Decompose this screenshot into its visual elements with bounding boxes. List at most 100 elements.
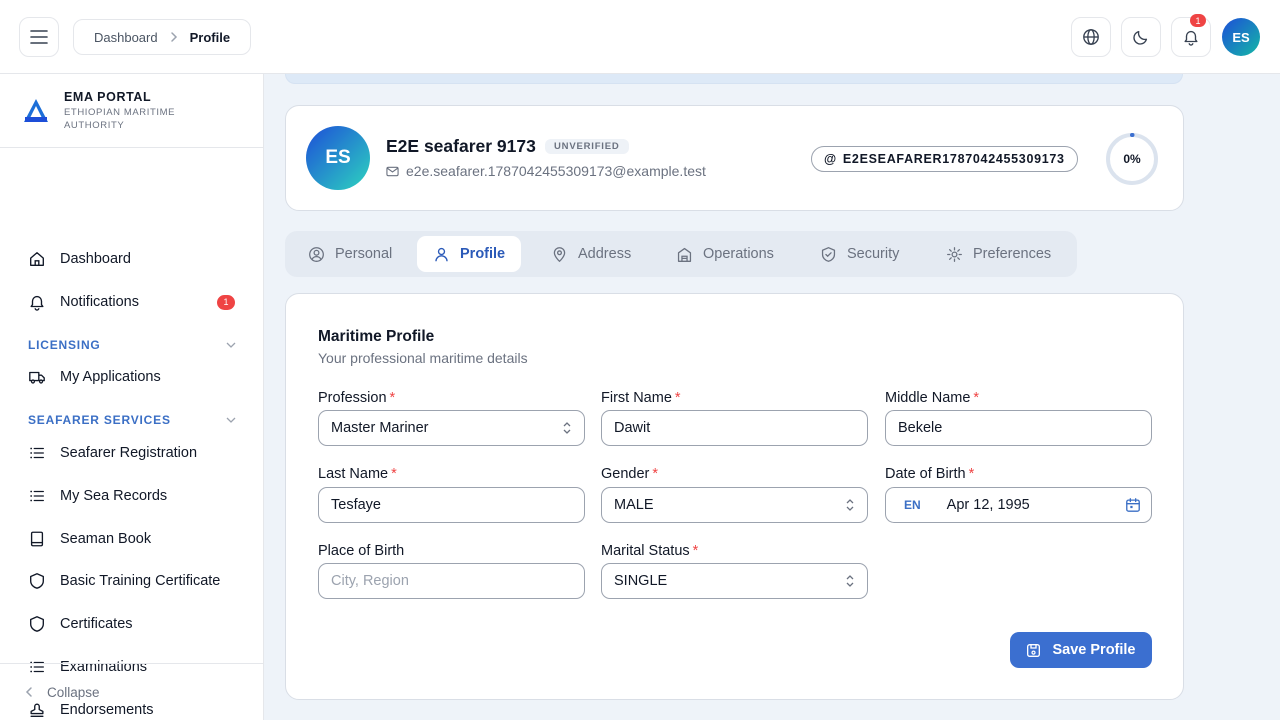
tab-profile[interactable]: Profile xyxy=(417,236,522,272)
book-icon xyxy=(30,531,44,547)
profile-avatar: ES xyxy=(306,126,370,190)
user-icon xyxy=(435,247,448,261)
gender-select[interactable]: MALE xyxy=(601,487,868,523)
breadcrumb: Dashboard Profile xyxy=(73,19,252,55)
sidebar-item-label: Certificates xyxy=(60,616,133,632)
profile-tabs: Personal Profile Address Operations Secu… xyxy=(285,231,1077,277)
calendar-language-toggle[interactable]: EN xyxy=(904,498,921,512)
section-label: LICENSING xyxy=(28,338,101,352)
chevron-down-icon xyxy=(226,417,236,423)
brand-subtitle-line1: ETHIOPIAN MARITIME xyxy=(64,106,176,118)
tab-label: Operations xyxy=(703,246,774,262)
top-banner-strip xyxy=(285,74,1183,84)
hamburger-icon xyxy=(30,30,48,44)
shield-icon xyxy=(30,616,44,632)
username-text: E2ESEAFARER1787042455309173 xyxy=(842,152,1065,166)
theme-toggle-button[interactable] xyxy=(1121,17,1161,57)
building-icon xyxy=(677,247,692,262)
notifications-button[interactable]: 1 xyxy=(1171,14,1211,57)
tab-preferences[interactable]: Preferences xyxy=(930,236,1067,272)
sidebar-item-label: My Sea Records xyxy=(60,488,168,504)
breadcrumb-current: Profile xyxy=(189,29,231,45)
calendar-icon[interactable] xyxy=(1125,497,1141,513)
profile-email-text: e2e.seafarer.1787042455309173@example.te… xyxy=(406,163,706,179)
profession-value: Master Mariner xyxy=(331,420,429,436)
sidebar-item-seaman-book[interactable]: Seaman Book xyxy=(28,525,238,553)
marital-status-select[interactable]: SINGLE xyxy=(601,563,868,599)
profile-email: e2e.seafarer.1787042455309173@example.te… xyxy=(386,163,706,179)
shield-icon xyxy=(30,573,44,589)
bell-icon xyxy=(30,295,44,311)
tab-label: Preferences xyxy=(973,246,1052,262)
shield-check-icon xyxy=(821,246,836,262)
middle-name-input[interactable]: Bekele xyxy=(885,410,1152,446)
form-title: Maritime Profile xyxy=(318,328,435,345)
bell-icon xyxy=(1184,30,1198,46)
notifications-badge: 1 xyxy=(217,294,235,310)
status-badge: UNVERIFIED xyxy=(545,139,629,154)
last-name-input[interactable]: Tesfaye xyxy=(318,487,585,523)
mail-icon xyxy=(386,166,399,176)
section-seafarer-services[interactable]: SEAFARER SERVICES xyxy=(28,413,236,427)
profession-select[interactable]: Master Mariner xyxy=(318,410,585,446)
sidebar-item-label: My Applications xyxy=(60,369,161,385)
list-icon xyxy=(30,490,44,502)
at-icon: @ xyxy=(824,152,837,166)
profile-summary-card: ES E2E seafarer 9173 UNVERIFIED e2e.seaf… xyxy=(285,105,1184,211)
place-of-birth-label: Place of Birth xyxy=(318,543,405,559)
list-icon xyxy=(30,447,44,459)
brand-subtitle-line2: AUTHORITY xyxy=(64,119,125,131)
save-profile-button[interactable]: Save Profile xyxy=(1010,632,1152,668)
sidebar-item-certificates[interactable]: Certificates xyxy=(28,610,238,638)
select-chevron-icon xyxy=(846,575,854,587)
sidebar-item-basic-training-certificate[interactable]: Basic Training Certificate xyxy=(28,567,238,595)
menu-button[interactable] xyxy=(19,17,59,57)
collapse-button[interactable]: Collapse xyxy=(0,663,263,720)
tab-security[interactable]: Security xyxy=(804,236,915,272)
sidebar-item-seafarer-registration[interactable]: Seafarer Registration xyxy=(28,439,238,467)
user-circle-icon xyxy=(309,246,324,262)
first-name-value: Dawit xyxy=(614,420,651,436)
chevron-left-icon xyxy=(25,687,32,697)
gear-icon xyxy=(947,246,962,262)
sidebar-item-label: Basic Training Certificate xyxy=(60,573,221,589)
profile-name: E2E seafarer 9173 xyxy=(386,136,536,156)
profile-completion-ring: 0% xyxy=(1105,132,1159,186)
notification-count-badge: 1 xyxy=(1190,14,1206,27)
section-licensing[interactable]: LICENSING xyxy=(28,338,236,352)
sidebar-item-label: Notifications xyxy=(60,294,139,310)
first-name-input[interactable]: Dawit xyxy=(601,410,868,446)
save-icon xyxy=(1027,643,1041,657)
sidebar-item-my-applications[interactable]: My Applications xyxy=(28,363,238,391)
user-avatar[interactable]: ES xyxy=(1222,18,1260,56)
last-name-value: Tesfaye xyxy=(331,497,381,513)
sidebar-item-notifications[interactable]: Notifications 1 xyxy=(28,288,238,316)
profession-label: Profession * xyxy=(318,390,396,406)
username-chip: @ E2ESEAFARER1787042455309173 xyxy=(811,146,1078,172)
brand: EMA PORTAL ETHIOPIAN MARITIME AUTHORITY xyxy=(0,74,263,148)
section-label: SEAFARER SERVICES xyxy=(28,413,171,427)
tab-address[interactable]: Address xyxy=(535,236,647,272)
profile-completion-text: 0% xyxy=(1123,152,1141,166)
dob-input[interactable]: EN Apr 12, 1995 xyxy=(885,487,1152,523)
breadcrumb-dashboard[interactable]: Dashboard xyxy=(94,30,158,45)
tab-operations[interactable]: Operations xyxy=(660,236,790,272)
gender-label: Gender * xyxy=(601,466,659,482)
select-chevron-icon xyxy=(563,422,571,434)
chevron-down-icon xyxy=(226,342,236,348)
place-of-birth-input[interactable]: City, Region xyxy=(318,563,585,599)
middle-name-label: Middle Name * xyxy=(885,390,980,406)
tab-label: Security xyxy=(847,246,900,262)
sidebar-item-label: Dashboard xyxy=(60,251,131,267)
place-of-birth-placeholder: City, Region xyxy=(331,573,409,589)
tab-personal[interactable]: Personal xyxy=(292,236,408,272)
sidebar-item-dashboard[interactable]: Dashboard xyxy=(28,245,238,273)
language-button[interactable] xyxy=(1071,17,1111,57)
tab-label: Personal xyxy=(335,246,393,262)
last-name-label: Last Name * xyxy=(318,466,397,482)
truck-icon xyxy=(29,371,45,384)
globe-icon xyxy=(1083,29,1099,45)
form-subtitle: Your professional maritime details xyxy=(318,350,528,366)
save-profile-label: Save Profile xyxy=(1052,642,1136,658)
sidebar-item-my-sea-records[interactable]: My Sea Records xyxy=(28,482,238,510)
